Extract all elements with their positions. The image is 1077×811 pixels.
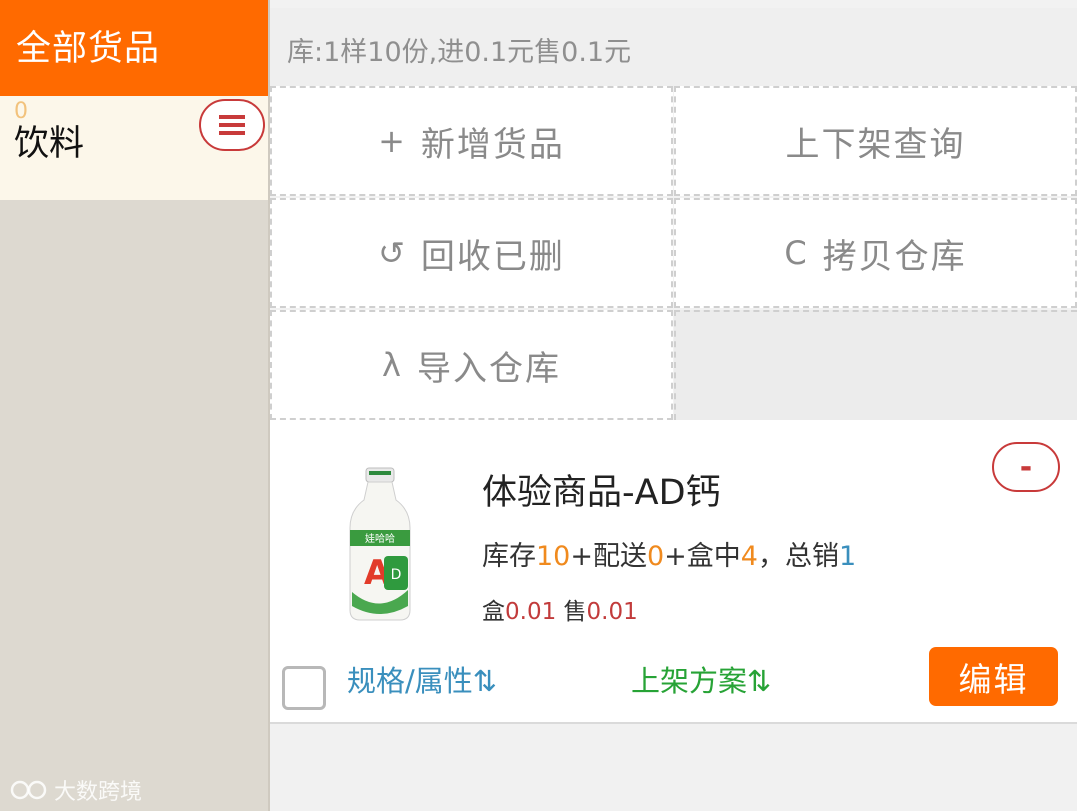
product-price-line: 盒0.01 售0.01	[482, 592, 638, 626]
recycle-deleted-label: 回收已删	[420, 236, 565, 277]
import-warehouse-button[interactable]: λ 导入仓库	[270, 310, 673, 420]
recycle-deleted-button[interactable]: ↺ 回收已删	[270, 198, 673, 308]
spec-attributes-link[interactable]: 规格/属性⇅	[347, 658, 497, 700]
product-title: 体验商品-AD钙	[482, 473, 721, 513]
ad-calcium-bottle-image: 娃哈哈 A D	[349, 467, 411, 621]
watermark-text: 大数跨境	[54, 780, 143, 805]
stock-value: 10	[536, 541, 571, 572]
category-name: 饮料	[14, 124, 85, 164]
svg-text:娃哈哈: 娃哈哈	[365, 532, 395, 545]
stock-label: 库存	[482, 541, 536, 572]
copy-icon: C	[784, 234, 809, 272]
import-warehouse-label: 导入仓库	[416, 348, 561, 389]
plus-icon: +	[378, 122, 407, 160]
box-value: 4	[740, 541, 758, 572]
add-goods-button[interactable]: + 新增货品	[270, 86, 673, 196]
remove-product-button[interactable]: -	[992, 442, 1060, 492]
product-card: 娃哈哈 A D 体验商品-AD钙 库存10+配送0+盒中4，总销1 盒0.01 …	[270, 420, 1077, 724]
inventory-summary: 库:1样10份,进0.1元售0.1元	[270, 8, 1077, 88]
watermark-logo-icon	[10, 780, 47, 800]
sale-price-label: 售	[563, 599, 587, 625]
sold-label: ，总销	[757, 541, 839, 572]
watermark: 大数跨境	[10, 774, 142, 806]
box-label: +盒中	[664, 541, 741, 572]
category-menu-button[interactable]	[199, 99, 265, 151]
copy-warehouse-button[interactable]: C 拷贝仓库	[674, 198, 1077, 308]
product-select-checkbox[interactable]	[282, 666, 326, 710]
copy-warehouse-label: 拷贝仓库	[822, 236, 967, 277]
hamburger-icon	[219, 115, 245, 135]
list-empty-area	[270, 724, 1077, 811]
shelf-plan-link[interactable]: 上架方案⇅	[631, 658, 771, 700]
category-sidebar: 全部货品 0 饮料	[0, 0, 268, 811]
shelf-query-button[interactable]: 上下架查询	[674, 86, 1077, 196]
sale-price-value: 0.01	[586, 599, 638, 625]
box-price-value: 0.01	[505, 599, 557, 625]
delivery-label: +配送	[570, 541, 647, 572]
category-count: 0	[14, 99, 28, 124]
product-stock-line: 库存10+配送0+盒中4，总销1	[482, 534, 856, 573]
delivery-value: 0	[646, 541, 665, 572]
box-price-label: 盒	[482, 599, 505, 625]
add-goods-label: 新增货品	[420, 124, 565, 165]
lambda-icon: λ	[382, 346, 403, 384]
refresh-icon: ↺	[378, 234, 407, 272]
edit-button[interactable]: 编辑	[929, 647, 1058, 706]
svg-text:D: D	[391, 567, 402, 583]
sold-value: 1	[838, 541, 857, 572]
all-goods-header[interactable]: 全部货品	[0, 0, 268, 96]
shelf-query-label: 上下架查询	[785, 124, 966, 165]
empty-action-cell	[674, 310, 1077, 420]
